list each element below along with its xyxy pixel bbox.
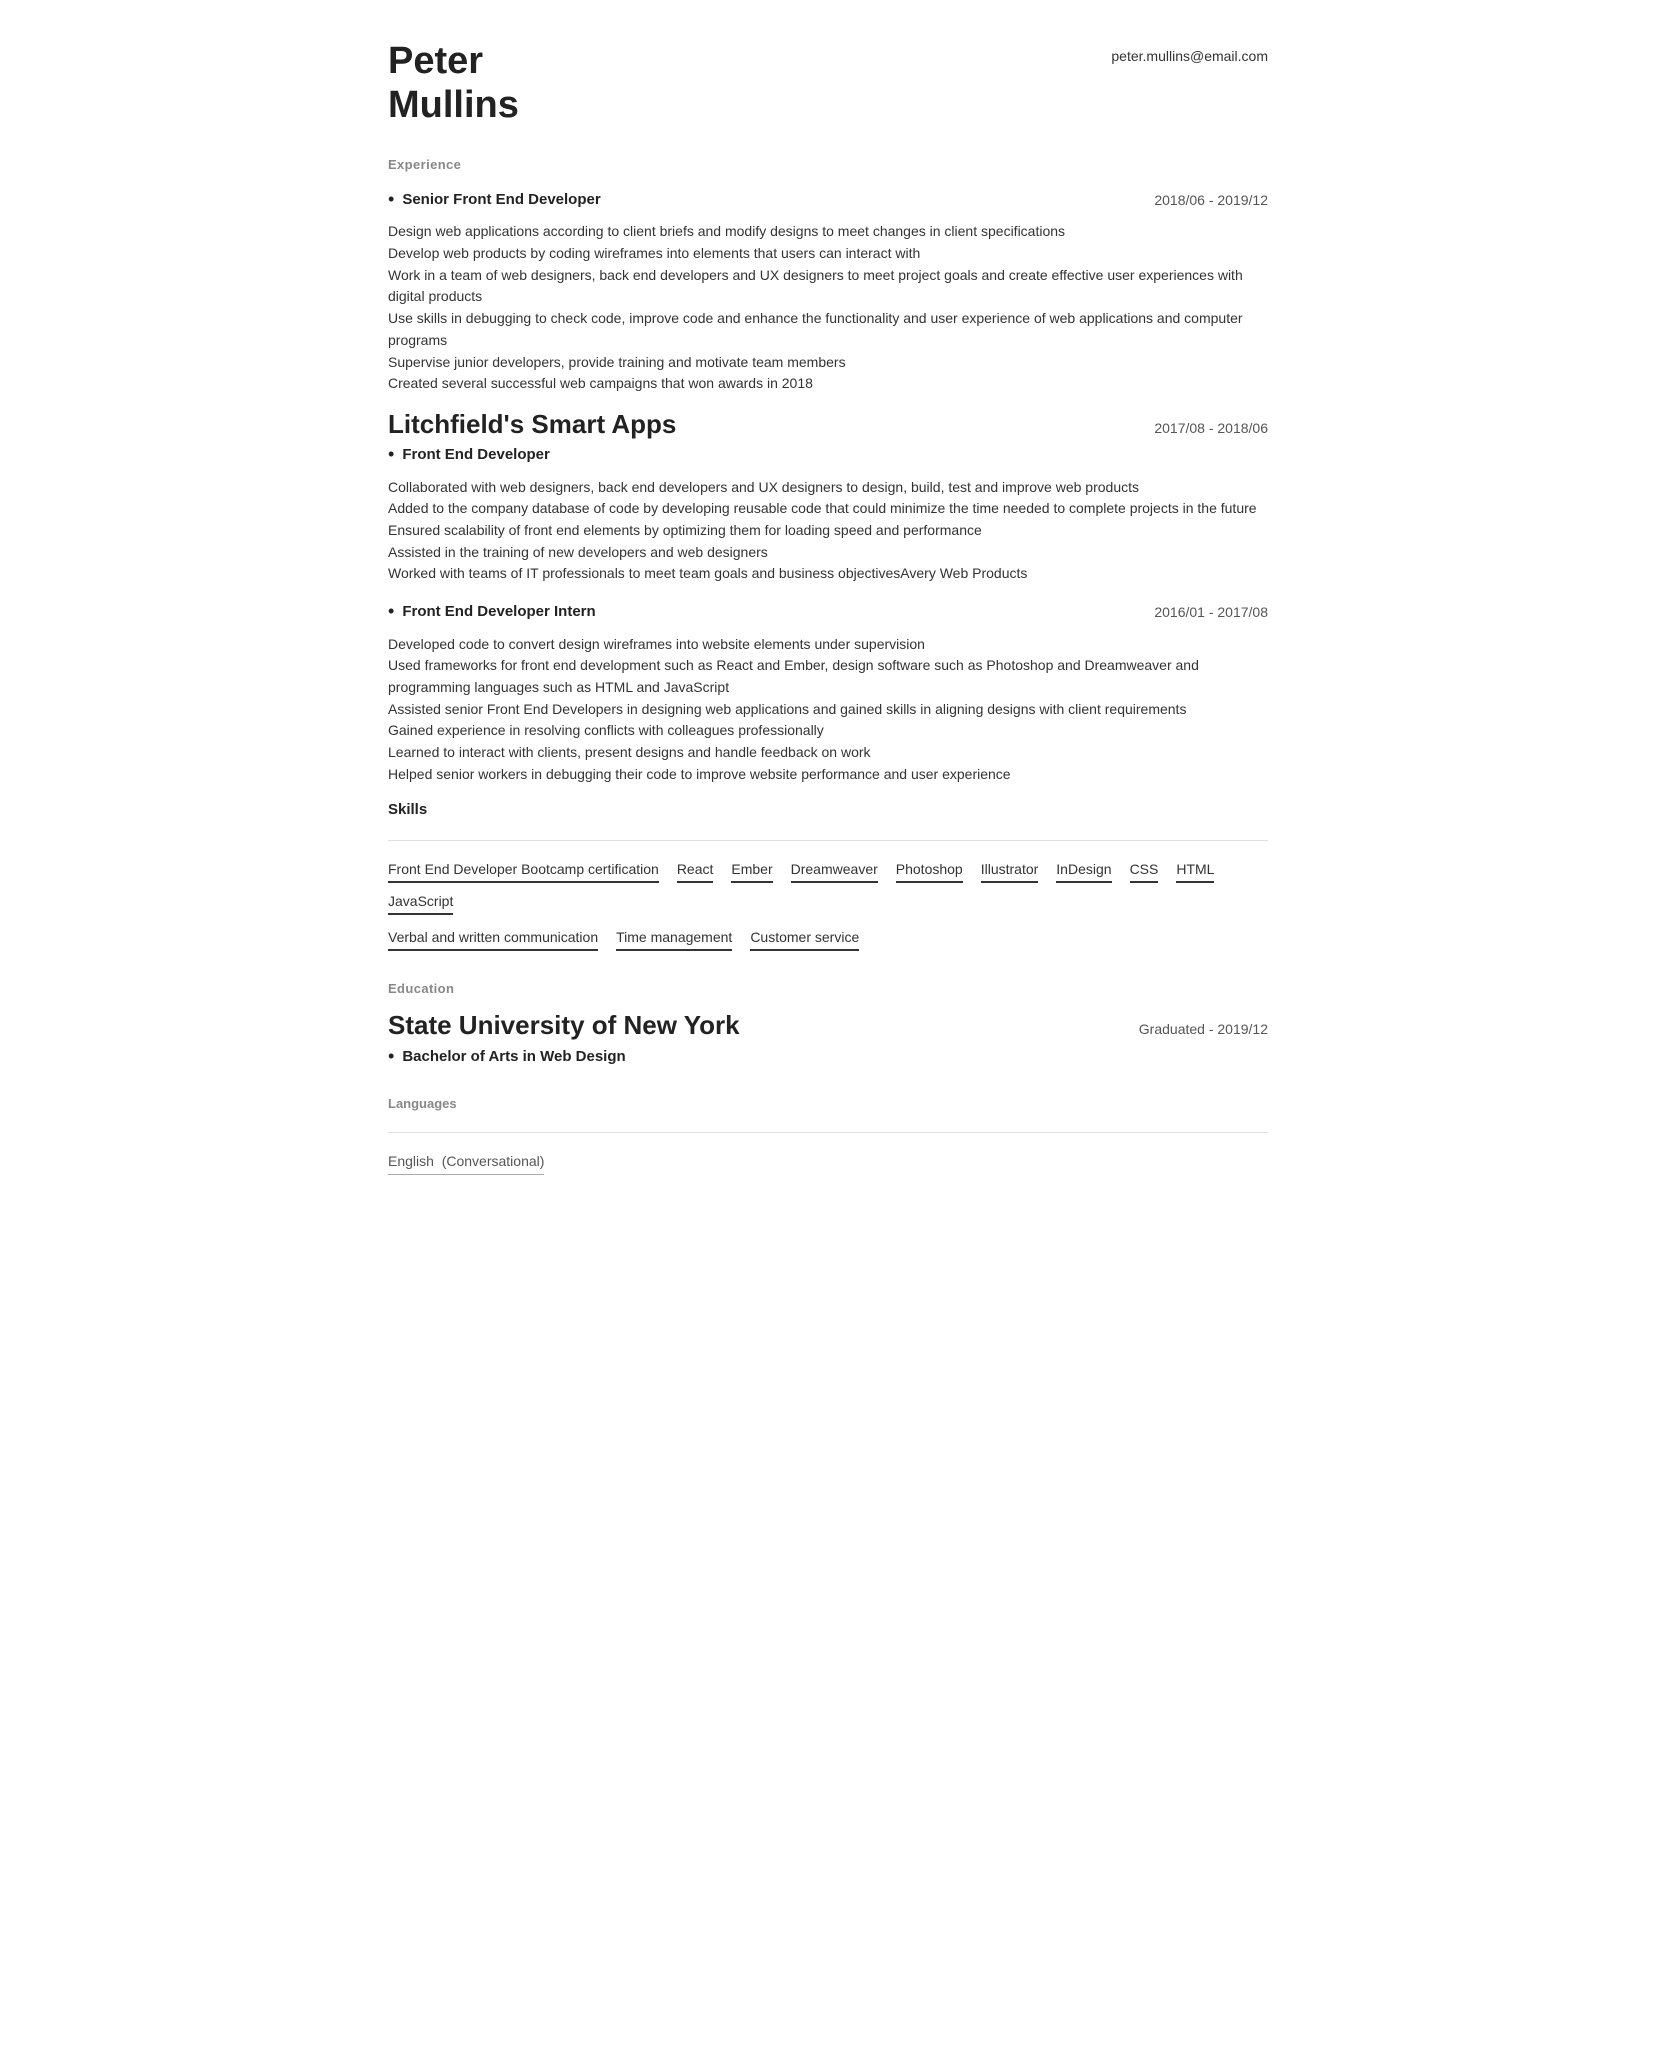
- entry3-header: • Front End Developer Intern 2016/01 - 2…: [388, 599, 1268, 634]
- edu1-header: State University of New York Graduated -…: [388, 1010, 1268, 1041]
- skill-html: HTML: [1176, 859, 1214, 883]
- entry2-company: Litchfield's Smart Apps: [388, 409, 676, 440]
- skills-divider: [388, 840, 1268, 841]
- experience-entry-2: Litchfield's Smart Apps 2017/08 - 2018/0…: [388, 409, 1268, 585]
- entry2-date: 2017/08 - 2018/06: [1134, 418, 1268, 439]
- skill-javascript: JavaScript: [388, 891, 453, 915]
- skill-time-mgmt: Time management: [616, 927, 732, 951]
- entry2-company-header: Litchfield's Smart Apps 2017/08 - 2018/0…: [388, 409, 1268, 440]
- experience-entry-3: • Front End Developer Intern 2016/01 - 2…: [388, 599, 1268, 785]
- edu1-institution: State University of New York: [388, 1010, 740, 1041]
- header: Peter Mullins peter.mullins@email.com: [388, 40, 1268, 127]
- edu1-degree: Bachelor of Arts in Web Design: [402, 1046, 625, 1069]
- experience-entry-1: • Senior Front End Developer 2018/06 - 2…: [388, 187, 1268, 395]
- language-english: English (Conversational): [388, 1151, 544, 1175]
- bullet-dot: •: [388, 442, 394, 467]
- entry3-desc: Developed code to convert design wirefra…: [388, 634, 1268, 786]
- skill-bootcamp: Front End Developer Bootcamp certificati…: [388, 859, 659, 883]
- languages-section-label: Languages: [388, 1094, 1268, 1114]
- skill-css: CSS: [1130, 859, 1159, 883]
- entry3-date: 2016/01 - 2017/08: [1134, 602, 1268, 623]
- email: peter.mullins@email.com: [1111, 40, 1268, 67]
- skill-customer-service: Customer service: [750, 927, 859, 951]
- skill-ember: Ember: [731, 859, 772, 883]
- candidate-name: Peter Mullins: [388, 40, 519, 127]
- entry3-title-row: • Front End Developer Intern: [388, 599, 596, 634]
- entry1-date: 2018/06 - 2019/12: [1134, 190, 1268, 211]
- skills-row-2: Verbal and written communication Time ma…: [388, 927, 1268, 959]
- language-level: (Conversational): [442, 1153, 545, 1169]
- skill-illustrator: Illustrator: [981, 859, 1039, 883]
- name-line2: Mullins: [388, 84, 519, 126]
- experience-section-label: Experience: [388, 155, 1268, 175]
- skill-verbal: Verbal and written communication: [388, 927, 598, 951]
- language-name: English: [388, 1153, 434, 1169]
- entry1-title: Senior Front End Developer: [402, 189, 600, 212]
- entry3-title: Front End Developer Intern: [402, 601, 595, 624]
- skills-row-1: Front End Developer Bootcamp certificati…: [388, 859, 1268, 923]
- entry2-title-row: • Front End Developer: [388, 442, 1268, 477]
- skills-label: Skills: [388, 799, 1268, 822]
- resume-page: Peter Mullins peter.mullins@email.com Ex…: [338, 0, 1318, 1235]
- language-entry-1: English (Conversational): [388, 1151, 1268, 1175]
- bullet-dot: •: [388, 1044, 394, 1069]
- skill-react: React: [677, 859, 714, 883]
- education-entry-1: State University of New York Graduated -…: [388, 1010, 1268, 1078]
- entry1-title-row: • Senior Front End Developer: [388, 187, 601, 222]
- entry2-title: Front End Developer: [402, 444, 550, 467]
- edu1-degree-row: • Bachelor of Arts in Web Design: [388, 1044, 1268, 1079]
- skills-section: Skills Front End Developer Bootcamp cert…: [388, 799, 1268, 959]
- edu1-date: Graduated - 2019/12: [1119, 1019, 1268, 1040]
- bullet-dot: •: [388, 599, 394, 624]
- entry2-desc: Collaborated with web designers, back en…: [388, 477, 1268, 585]
- entry1-desc: Design web applications according to cli…: [388, 221, 1268, 395]
- education-section-label: Education: [388, 979, 1268, 999]
- languages-divider: [388, 1132, 1268, 1133]
- bullet-dot: •: [388, 187, 394, 212]
- name-line1: Peter: [388, 40, 483, 82]
- skill-indesign: InDesign: [1056, 859, 1111, 883]
- entry1-header: • Senior Front End Developer 2018/06 - 2…: [388, 187, 1268, 222]
- skill-photoshop: Photoshop: [896, 859, 963, 883]
- skill-dreamweaver: Dreamweaver: [791, 859, 878, 883]
